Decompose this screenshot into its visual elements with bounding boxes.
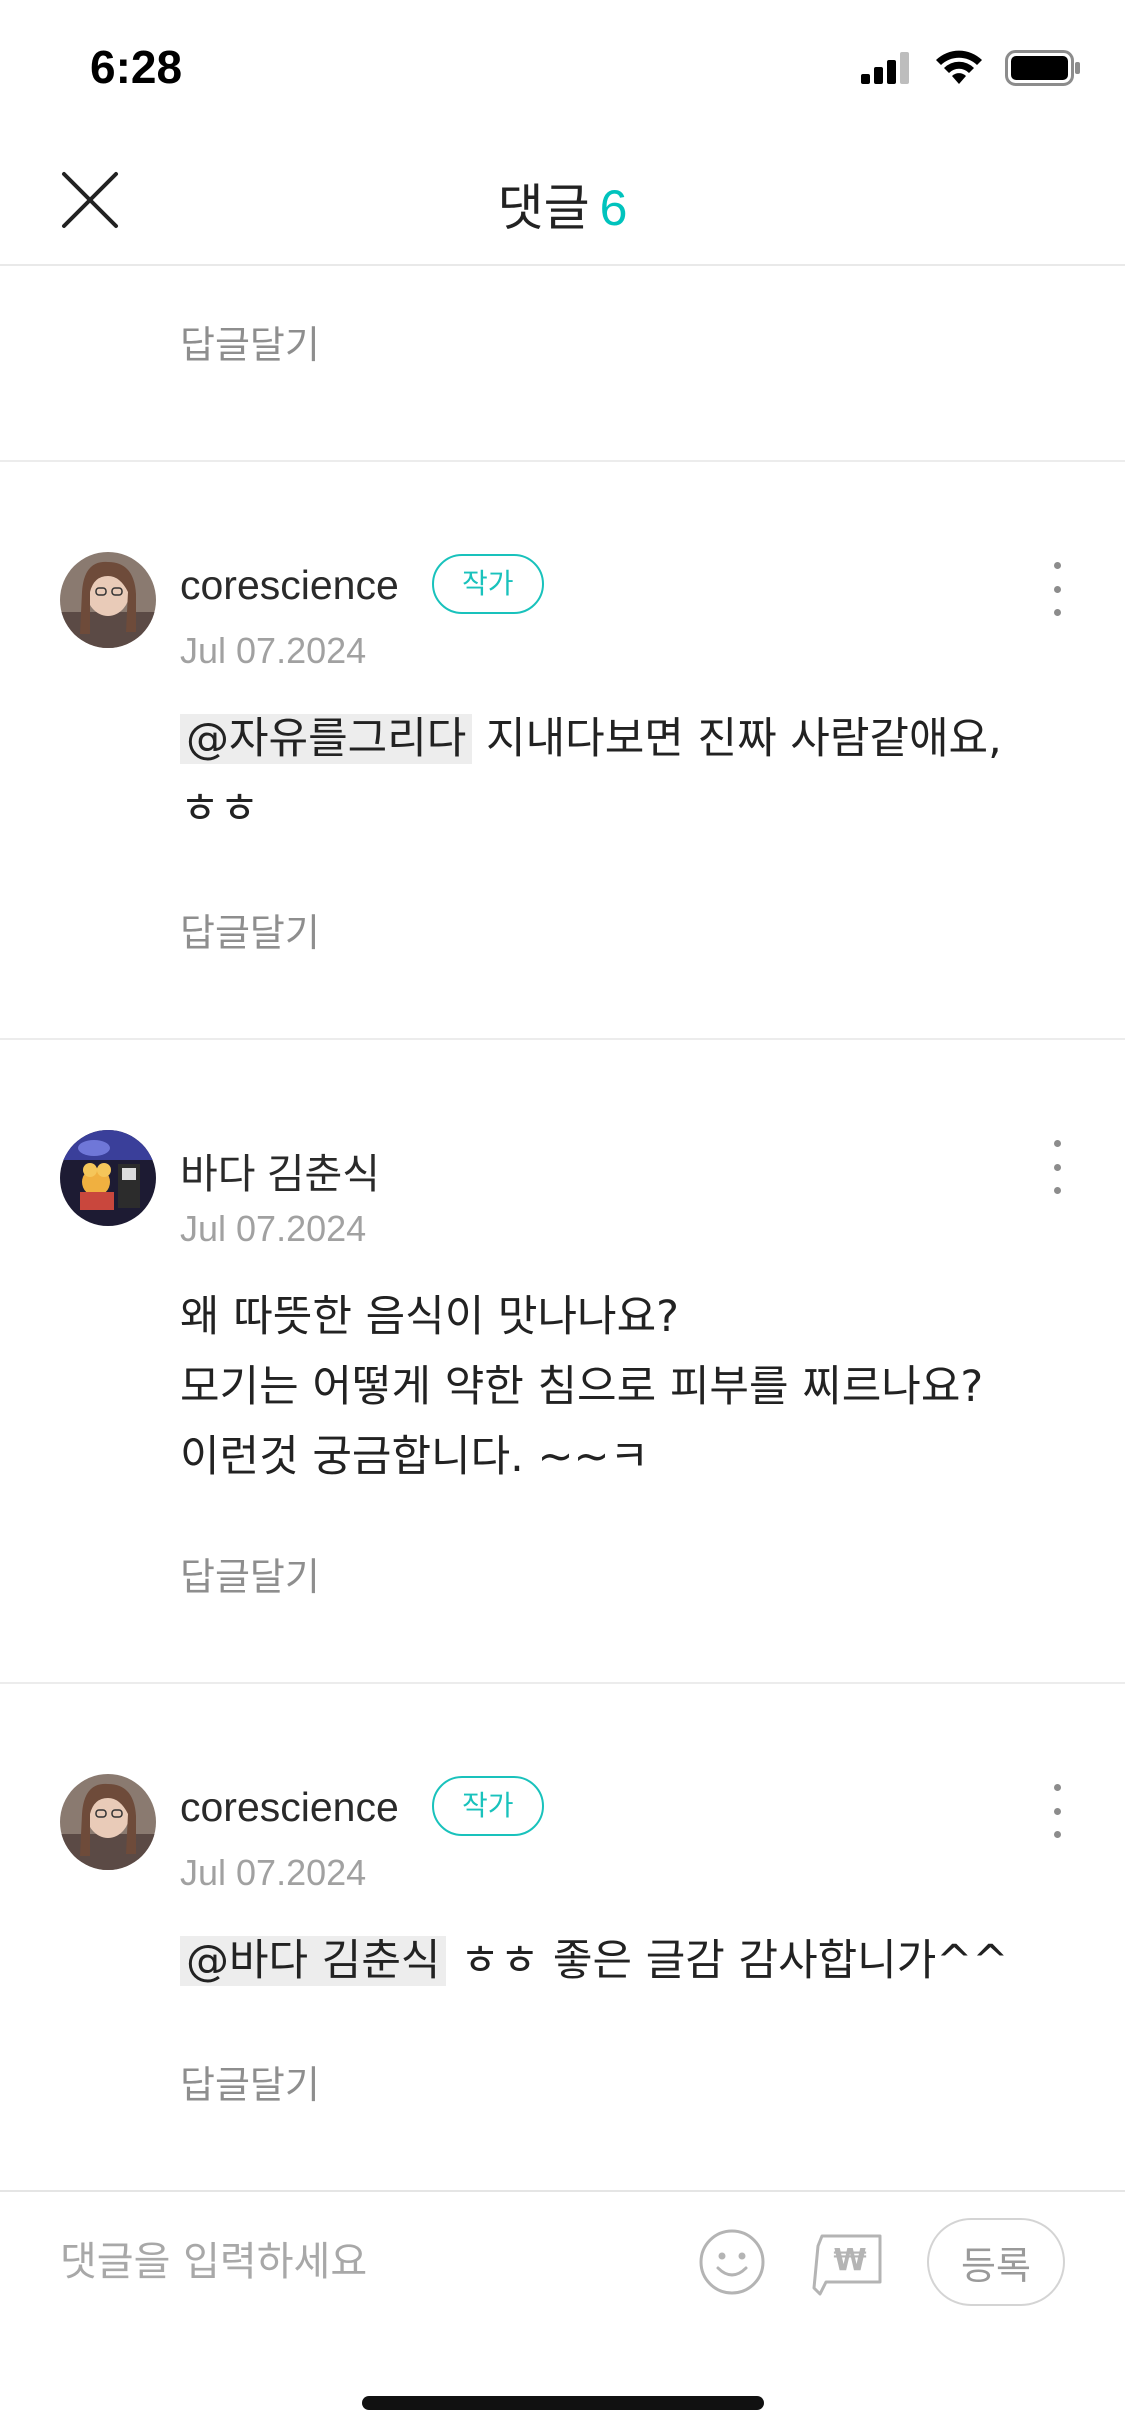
comment-item: corescience 작가 Jul 07.2024 @바다 김춘식 ㅎㅎ 좋은… bbox=[0, 1684, 1125, 2190]
reply-button[interactable]: 답글달기 bbox=[180, 1546, 320, 1601]
author-badge: 작가 bbox=[432, 1776, 544, 1836]
comment-line: 이런것 궁금합니다. ~~ㅋ bbox=[180, 1432, 650, 1482]
svg-text:₩: ₩ bbox=[833, 2243, 866, 2278]
author-name[interactable]: corescience bbox=[180, 1784, 399, 1831]
comment-body: @바다 김춘식 ㅎㅎ 좋은 글감 감사합니가^^ bbox=[180, 1926, 1045, 1996]
comment-count: 6 bbox=[599, 180, 628, 236]
more-vertical-icon bbox=[1053, 562, 1061, 569]
status-time: 6:28 bbox=[90, 41, 183, 93]
comment-body: 왜 따뜻한 음식이 맛나나요? 모기는 어떻게 약한 침으로 피부를 찌르나요?… bbox=[180, 1282, 1045, 1492]
battery-icon bbox=[1005, 50, 1080, 86]
submit-button[interactable]: 등록 bbox=[927, 2218, 1065, 2306]
more-options-button[interactable] bbox=[1049, 562, 1065, 616]
header: 댓글 6 bbox=[0, 130, 1125, 266]
comments-screen: 6:28 댓글 6 답글달기 corescience 작가 Jul 07.202… bbox=[0, 0, 1125, 2436]
mention-tag[interactable]: @자유를그리다 bbox=[180, 714, 473, 764]
more-vertical-icon bbox=[1053, 1784, 1061, 1791]
comment-item: 바다 김춘식 Jul 07.2024 왜 따뜻한 음식이 맛나나요? 모기는 어… bbox=[0, 1040, 1125, 1684]
reply-button[interactable]: 답글달기 bbox=[180, 2054, 320, 2109]
mention-tag[interactable]: @바다 김춘식 bbox=[180, 1936, 447, 1986]
author-name[interactable]: 바다 김춘식 bbox=[180, 1140, 380, 1200]
status-icons bbox=[861, 50, 1081, 86]
status-bar: 6:28 bbox=[0, 0, 1125, 130]
more-vertical-icon-dot bbox=[1053, 1807, 1061, 1815]
more-vertical-icon-dot bbox=[1053, 1831, 1061, 1838]
comment-line: 모기는 어떻게 약한 침으로 피부를 찌르나요? bbox=[180, 1362, 984, 1412]
reply-button[interactable]: 답글달기 bbox=[180, 902, 320, 957]
donate-button[interactable]: ₩ bbox=[808, 2226, 884, 2298]
page-title-text: 댓글 bbox=[497, 179, 590, 237]
comment-line: 왜 따뜻한 음식이 맛나나요? bbox=[180, 1292, 679, 1342]
avatar-image bbox=[60, 1130, 156, 1226]
previous-comment-tail: 답글달기 bbox=[0, 268, 1125, 462]
avatar-image bbox=[60, 1774, 156, 1870]
comment-date: Jul 07.2024 bbox=[180, 1852, 367, 1893]
more-options-button[interactable] bbox=[1049, 1784, 1065, 1838]
avatar[interactable] bbox=[60, 1774, 156, 1870]
comment-list: 답글달기 corescience 작가 Jul 07.2024 @자유를그리다 … bbox=[0, 268, 1125, 2190]
more-vertical-icon-dot bbox=[1053, 585, 1061, 593]
signal-icon bbox=[861, 52, 909, 84]
more-vertical-icon-dot bbox=[1053, 1163, 1061, 1171]
author-name[interactable]: corescience bbox=[180, 562, 399, 609]
more-vertical-icon-dot bbox=[1053, 1187, 1061, 1194]
more-options-button[interactable] bbox=[1049, 1140, 1065, 1194]
page-title: 댓글 6 bbox=[0, 168, 1125, 240]
more-vertical-icon bbox=[1053, 1140, 1061, 1147]
won-coin-icon: ₩ bbox=[812, 2234, 882, 2296]
comment-input[interactable] bbox=[60, 2222, 640, 2302]
avatar[interactable] bbox=[60, 552, 156, 648]
smiley-icon bbox=[699, 2229, 765, 2295]
wifi-icon bbox=[936, 50, 982, 84]
home-indicator[interactable] bbox=[362, 2396, 764, 2410]
author-badge: 작가 bbox=[432, 554, 544, 614]
avatar[interactable] bbox=[60, 1130, 156, 1226]
comment-item: corescience 작가 Jul 07.2024 @자유를그리다 지내다보면… bbox=[0, 462, 1125, 1040]
comment-input-bar: ₩ 등록 bbox=[0, 2190, 1125, 2330]
avatar-image bbox=[60, 552, 156, 648]
reply-button[interactable]: 답글달기 bbox=[180, 314, 320, 369]
comment-date: Jul 07.2024 bbox=[180, 1208, 367, 1249]
emoji-button[interactable] bbox=[698, 2228, 766, 2296]
comment-body: @자유를그리다 지내다보면 진짜 사람같애요, ㅎㅎ bbox=[180, 704, 1045, 844]
comment-text: ㅎㅎ 좋은 글감 감사합니가^^ bbox=[460, 1936, 1009, 1986]
more-vertical-icon-dot bbox=[1053, 609, 1061, 616]
comment-date: Jul 07.2024 bbox=[180, 630, 367, 671]
